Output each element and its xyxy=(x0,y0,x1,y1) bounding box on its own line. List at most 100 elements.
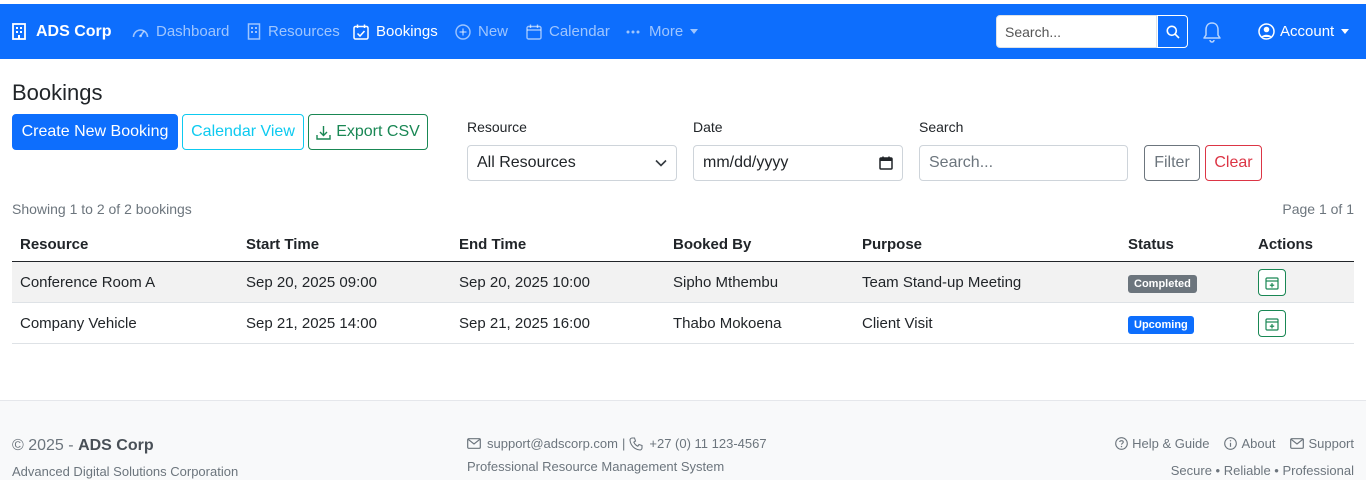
cell-purpose: Team Stand-up Meeting xyxy=(862,274,1022,291)
help-guide-link[interactable]: Help & Guide xyxy=(1115,436,1209,451)
create-booking-button[interactable]: Create New Booking xyxy=(12,114,178,150)
calendar-icon[interactable] xyxy=(879,156,893,170)
cell-end-time: Sep 21, 2025 16:00 xyxy=(459,315,590,332)
cell-purpose: Client Visit xyxy=(862,315,933,332)
account-label: Account xyxy=(1280,23,1335,40)
column-header-booked-by[interactable]: Booked By xyxy=(673,236,751,253)
footer-links: Help & Guide About Support xyxy=(1100,436,1354,451)
calendar-view-label: Calendar View xyxy=(191,123,295,140)
brand-name: ADS Corp xyxy=(36,22,112,40)
download-icon xyxy=(316,125,331,140)
date-filter-label: Date xyxy=(693,119,723,135)
column-header-actions: Actions xyxy=(1258,236,1314,253)
about-label: About xyxy=(1241,436,1276,451)
speedometer-icon xyxy=(132,28,149,37)
column-header-start-time[interactable]: Start Time xyxy=(246,236,319,253)
nav-bookings-label: Bookings xyxy=(376,23,438,40)
nav-more-label: More xyxy=(649,23,684,40)
page-title: Bookings xyxy=(12,80,103,105)
results-count: Showing 1 to 2 of 2 bookings xyxy=(12,201,192,217)
status-badge: Completed xyxy=(1128,275,1197,293)
cell-resource: Company Vehicle xyxy=(20,315,137,332)
footer-system: Professional Resource Management System xyxy=(467,459,725,474)
table-row[interactable]: Company Vehicle Sep 21, 2025 14:00 Sep 2… xyxy=(12,303,1354,344)
info-circle-icon xyxy=(1224,437,1238,450)
footer-separator: | xyxy=(621,436,626,451)
filter-button[interactable]: Filter xyxy=(1144,145,1200,181)
support-label: Support xyxy=(1308,436,1354,451)
resource-filter-label: Resource xyxy=(467,119,527,135)
column-header-resource[interactable]: Resource xyxy=(20,236,88,253)
footer-tagline: Secure • Reliable • Professional xyxy=(1170,463,1354,478)
building-icon xyxy=(12,23,26,40)
nav-calendar[interactable]: Calendar xyxy=(526,4,610,59)
table-header: Resource Start Time End Time Booked By P… xyxy=(12,225,1354,262)
question-circle-icon xyxy=(1115,437,1128,450)
search-input[interactable]: Search... xyxy=(919,145,1128,181)
cell-resource: Conference Room A xyxy=(20,274,156,291)
search-filter-label: Search xyxy=(919,119,964,135)
brand[interactable]: ADS Corp xyxy=(12,4,112,59)
create-booking-label: Create New Booking xyxy=(21,123,169,140)
footer-copyright: © 2025 - ADS Corp xyxy=(12,437,154,455)
three-dots-icon xyxy=(626,30,640,33)
nav-more-dropdown[interactable]: More xyxy=(626,4,699,59)
page-indicator: Page 1 of 1 xyxy=(1282,201,1354,217)
table-row[interactable]: Conference Room A Sep 20, 2025 09:00 Sep… xyxy=(12,262,1354,303)
cell-end-time: Sep 20, 2025 10:00 xyxy=(459,274,590,291)
calendar-icon xyxy=(526,24,542,40)
cell-booked-by: Thabo Mokoena xyxy=(673,315,782,332)
footer-company: ADS Corp xyxy=(78,437,154,454)
date-input-value: mm/dd/yyyy xyxy=(703,154,789,171)
navbar-search-button[interactable] xyxy=(1157,15,1188,48)
copyright-prefix: © 2025 - xyxy=(12,437,74,454)
calendar-plus-icon xyxy=(1265,317,1279,331)
column-header-purpose[interactable]: Purpose xyxy=(862,236,922,253)
footer-phone[interactable]: +27 (0) 11 123-4567 xyxy=(649,436,766,451)
calendar-plus-icon xyxy=(1265,276,1279,290)
notifications-button[interactable] xyxy=(1202,21,1222,47)
nav-dashboard-label: Dashboard xyxy=(156,23,230,40)
cell-booked-by: Sipho Mthembu xyxy=(673,274,779,291)
clear-button[interactable]: Clear xyxy=(1205,145,1262,181)
date-input[interactable]: mm/dd/yyyy xyxy=(693,145,903,181)
chevron-down-icon xyxy=(1341,29,1350,34)
nav-new-label: New xyxy=(478,23,509,40)
footer-org: Advanced Digital Solutions Corporation xyxy=(12,464,239,479)
nav-resources-label: Resources xyxy=(268,23,340,40)
resource-select[interactable]: All Resources xyxy=(467,145,677,181)
envelope-icon xyxy=(1290,438,1305,449)
chevron-down-icon xyxy=(690,29,699,34)
bookings-table: Resource Start Time End Time Booked By P… xyxy=(12,225,1354,344)
user-circle-icon xyxy=(1258,23,1275,40)
column-header-end-time[interactable]: End Time xyxy=(459,236,526,253)
footer-email[interactable]: support@adscorp.com xyxy=(487,436,618,451)
clear-button-label: Clear xyxy=(1214,154,1253,171)
calendar-view-button[interactable]: Calendar View xyxy=(182,114,304,150)
plus-circle-icon xyxy=(455,23,471,40)
about-link[interactable]: About xyxy=(1224,436,1275,451)
bell-icon xyxy=(1203,22,1221,43)
chevron-down-icon xyxy=(655,159,667,167)
add-to-calendar-button[interactable] xyxy=(1258,310,1286,337)
export-csv-button[interactable]: Export CSV xyxy=(308,114,428,150)
cell-start-time: Sep 20, 2025 09:00 xyxy=(246,274,377,291)
footer-contact: support@adscorp.com | +27 (0) 11 123-456… xyxy=(467,436,767,451)
envelope-icon xyxy=(467,438,481,449)
navbar-search xyxy=(996,15,1188,48)
calendar-check-icon xyxy=(353,24,369,40)
nav-bookings[interactable]: Bookings xyxy=(353,4,438,59)
add-to-calendar-button[interactable] xyxy=(1258,269,1286,296)
nav-new[interactable]: New xyxy=(455,4,508,59)
top-navbar: ADS Corp Dashboard Resources Bookings Ne… xyxy=(0,4,1366,59)
column-header-status[interactable]: Status xyxy=(1128,236,1174,253)
account-dropdown[interactable]: Account xyxy=(1258,4,1350,59)
nav-dashboard[interactable]: Dashboard xyxy=(132,4,229,59)
support-link[interactable]: Support xyxy=(1290,436,1354,451)
building-icon xyxy=(247,23,261,40)
phone-icon xyxy=(629,436,643,451)
nav-resources[interactable]: Resources xyxy=(247,4,340,59)
navbar-search-input[interactable] xyxy=(996,15,1157,48)
cell-start-time: Sep 21, 2025 14:00 xyxy=(246,315,377,332)
search-input-placeholder: Search... xyxy=(929,154,994,171)
